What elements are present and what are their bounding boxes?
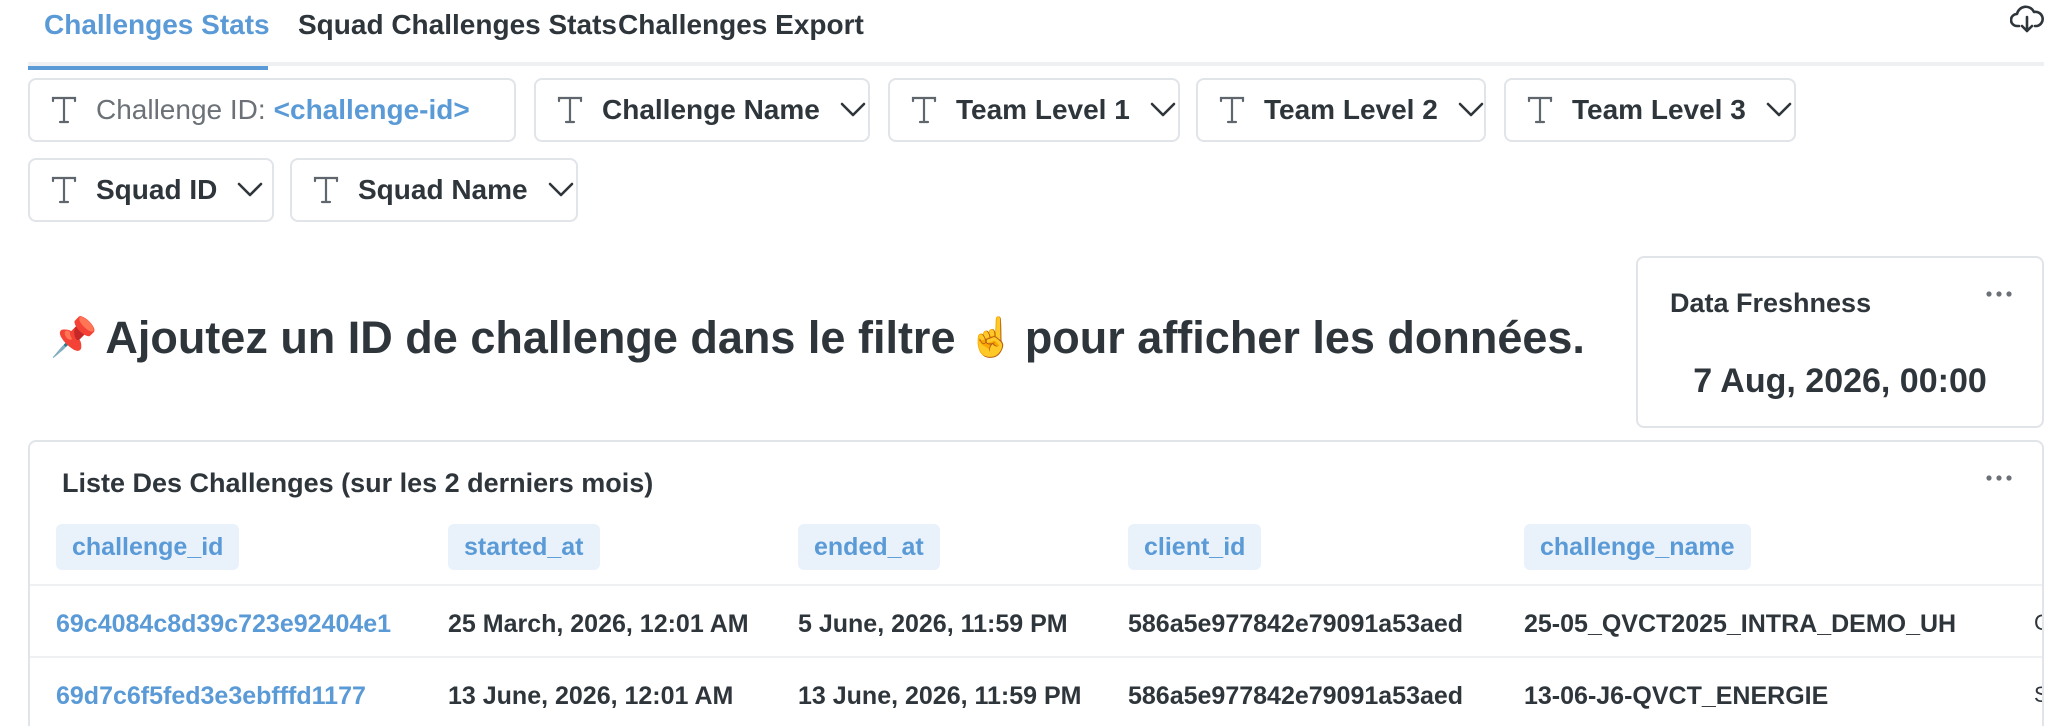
squad-id-filter[interactable]: Squad ID: [28, 158, 274, 222]
challenge-name-filter[interactable]: Challenge Name: [534, 78, 870, 142]
pushpin-icon: 📌: [50, 317, 98, 359]
team-level-2-filter[interactable]: Team Level 2: [1196, 78, 1486, 142]
tab-squad-challenges-stats[interactable]: Squad Challenges Stats: [282, 8, 633, 66]
chevron-down-icon: [1458, 102, 1484, 117]
chevron-down-icon: [548, 182, 573, 197]
text-type-icon: [911, 96, 937, 124]
pointing-finger-icon: ☝️: [967, 317, 1015, 359]
squad-id-filter-label: Squad ID: [96, 174, 218, 205]
cloud-download-icon[interactable]: [2010, 2, 2044, 36]
chevron-down-icon: [238, 182, 263, 197]
team-level-2-filter-label: Team Level 2: [1264, 94, 1438, 125]
text-type-icon: [1527, 96, 1553, 124]
truncated-cell: C: [2034, 610, 2042, 635]
challenge-name-cell: 25-05_QVCT2025_INTRA_DEMO_UH: [1524, 610, 1957, 638]
chevron-down-icon: [1766, 102, 1792, 117]
text-type-icon: [557, 96, 583, 124]
data-freshness-value: 7 Aug, 2026, 00:00: [1693, 362, 1987, 400]
challenge-id-link[interactable]: 69c4084c8d39c723e92404e1: [56, 610, 391, 639]
squad-name-filter[interactable]: Squad Name: [290, 158, 578, 222]
text-type-icon: [51, 176, 77, 204]
challenges-table-card: Liste Des Challenges (sur les 2 derniers…: [28, 440, 2044, 726]
chevron-down-icon: [1150, 102, 1176, 117]
tab-challenges-stats[interactable]: Challenges Stats: [28, 8, 270, 70]
instruction-text-start: Ajoutez un ID de challenge dans le filtr…: [105, 312, 956, 363]
client-id-cell: 586a5e977842e79091a53aed: [1128, 610, 1464, 638]
column-header-started-at[interactable]: started_at: [448, 524, 600, 570]
truncated-cell: S: [2034, 682, 2042, 707]
started-at-cell: 25 March, 2026, 12:01 AM: [448, 610, 749, 638]
challenge-id-filter-value: <challenge-id>: [273, 94, 470, 125]
challenge-name-filter-label: Challenge Name: [602, 94, 820, 125]
team-level-1-filter-label: Team Level 1: [956, 94, 1130, 125]
team-level-1-filter[interactable]: Team Level 1: [888, 78, 1180, 142]
chevron-down-icon: [840, 102, 866, 117]
data-freshness-title: Data Freshness: [1670, 288, 1872, 318]
instruction-heading: 📌 Ajoutez un ID de challenge dans le fil…: [50, 312, 1585, 364]
challenge-id-filter[interactable]: Challenge ID: <challenge-id>: [28, 78, 516, 142]
column-header-ended-at[interactable]: ended_at: [798, 524, 940, 570]
instruction-text-end: pour afficher les données.: [1024, 312, 1585, 363]
challenge-id-filter-label: Challenge ID:: [96, 94, 266, 125]
column-header-client-id[interactable]: client_id: [1128, 524, 1262, 570]
client-id-cell: 586a5e977842e79091a53aed: [1128, 682, 1464, 710]
table-divider: [30, 584, 2042, 586]
table-divider: [30, 656, 2042, 658]
challenge-name-cell: 13-06-J6-QVCT_ENERGIE: [1524, 682, 1829, 710]
data-freshness-card: Data Freshness 7 Aug, 2026, 00:00: [1636, 256, 2044, 428]
text-type-icon: [1219, 96, 1245, 124]
team-level-3-filter[interactable]: Team Level 3: [1504, 78, 1796, 142]
more-options-icon[interactable]: [1984, 468, 2014, 488]
ended-at-cell: 5 June, 2026, 11:59 PM: [798, 610, 1068, 638]
tab-challenges-export[interactable]: Challenges Export: [602, 8, 880, 66]
ended-at-cell: 13 June, 2026, 11:59 PM: [798, 682, 1082, 710]
challenges-table-title: Liste Des Challenges (sur les 2 derniers…: [62, 468, 654, 498]
text-type-icon: [313, 176, 339, 204]
team-level-3-filter-label: Team Level 3: [1572, 94, 1746, 125]
more-options-icon[interactable]: [1984, 284, 2014, 304]
challenge-id-link[interactable]: 69d7c6f5fed3e3ebfffd1177: [56, 682, 366, 711]
squad-name-filter-label: Squad Name: [358, 174, 528, 205]
started-at-cell: 13 June, 2026, 12:01 AM: [448, 682, 734, 710]
column-header-challenge-name[interactable]: challenge_name: [1524, 524, 1751, 570]
column-header-challenge-id[interactable]: challenge_id: [56, 524, 240, 570]
dashboard-tabs: Challenges Stats Squad Challenges Stats …: [28, 0, 2044, 70]
text-type-icon: [51, 96, 77, 124]
